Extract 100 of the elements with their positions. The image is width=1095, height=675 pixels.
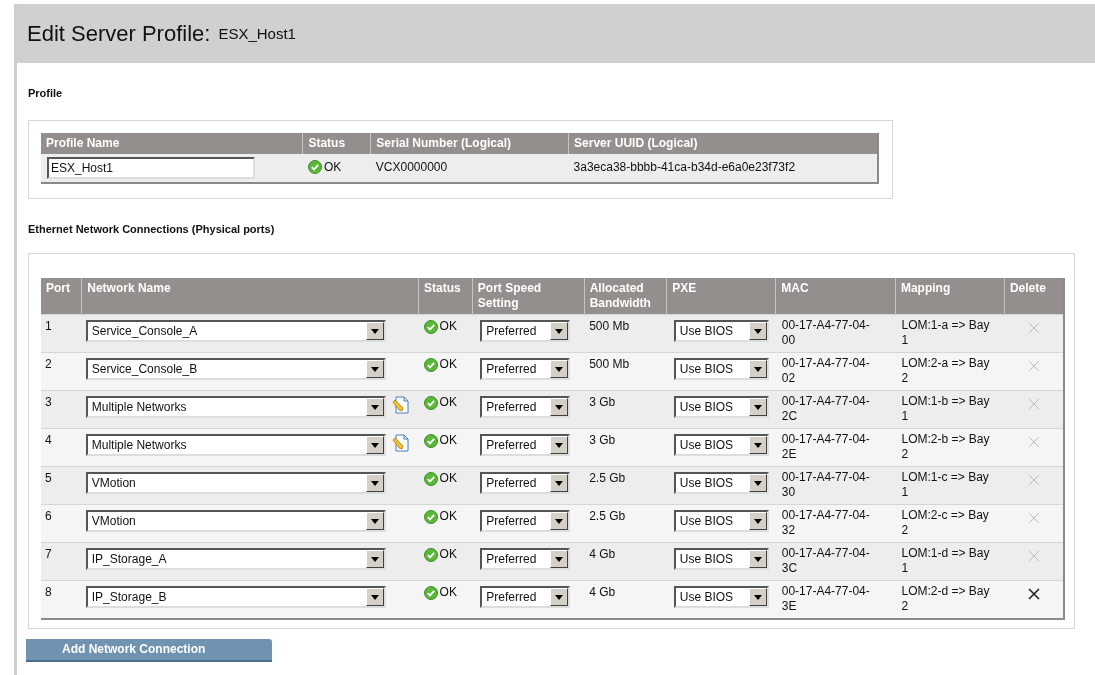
port-speed-select[interactable]: Preferred xyxy=(480,320,571,342)
column-header: Server UUID (Logical) xyxy=(568,132,878,154)
caret-icon xyxy=(748,322,767,340)
port-speed-select[interactable]: Preferred xyxy=(480,396,571,418)
column-header: Mapping xyxy=(895,278,1005,315)
caret-icon xyxy=(365,550,384,568)
status-text: OK xyxy=(439,319,457,334)
caret-icon xyxy=(550,436,569,454)
ok-check-icon xyxy=(423,585,438,600)
table-cell-text: 00-17-A4-77-04-2E xyxy=(781,432,871,462)
port-speed-select[interactable]: Preferred xyxy=(480,434,571,456)
profile-name-field[interactable]: ESX_Host1 xyxy=(47,156,255,179)
column-header: Delete xyxy=(1004,278,1064,315)
port-speed-select[interactable]: Preferred xyxy=(480,586,571,608)
column-header: Port xyxy=(41,278,82,315)
pxe-select[interactable]: Use BIOS xyxy=(673,434,769,456)
port-speed-select[interactable]: Preferred xyxy=(480,510,571,532)
ok-check-icon xyxy=(423,547,438,562)
caret-icon xyxy=(550,550,569,568)
ok-check-icon xyxy=(423,395,438,410)
caret-icon xyxy=(748,512,767,530)
caret-icon xyxy=(748,360,767,378)
pxe-select[interactable]: Use BIOS xyxy=(673,396,769,418)
status-text: OK xyxy=(439,357,457,372)
caret-icon xyxy=(365,474,384,492)
pxe-select[interactable]: Use BIOS xyxy=(673,548,769,570)
section-heading: Profile xyxy=(28,86,64,101)
table-cell-text: LOM:2-b => Bay 2 xyxy=(901,432,991,462)
port-number: 3 xyxy=(45,395,52,409)
network-select[interactable]: Service_Console_B xyxy=(85,358,386,380)
column-header: MAC xyxy=(775,278,896,315)
ok-check-icon xyxy=(307,159,322,174)
pxe-select[interactable]: Use BIOS xyxy=(673,358,769,380)
table-cell-text: 00-17-A4-77-04-02 xyxy=(781,356,871,386)
network-select[interactable]: Multiple Networks xyxy=(85,434,386,456)
table-cell-text: 00-17-A4-77-04-30 xyxy=(781,470,871,500)
port-number: 1 xyxy=(45,319,52,333)
port-number: 7 xyxy=(45,547,52,561)
pxe-select[interactable]: Use BIOS xyxy=(673,472,769,494)
caret-icon xyxy=(550,398,569,416)
ok-check-icon xyxy=(423,433,438,448)
table-cell-text: 00-17-A4-77-04-32 xyxy=(781,508,871,538)
port-number: 8 xyxy=(45,585,52,599)
ok-check-icon xyxy=(423,509,438,524)
caret-icon xyxy=(748,398,767,416)
network-select[interactable]: VMotion xyxy=(85,510,386,532)
pxe-select[interactable]: Use BIOS xyxy=(673,320,769,342)
caret-icon xyxy=(365,360,384,378)
ok-check-icon xyxy=(423,471,438,486)
column-header: Status xyxy=(418,278,473,315)
caret-icon xyxy=(748,588,767,606)
section-heading: Ethernet Network Connections (Physical ports) xyxy=(28,221,276,237)
table-cell-text: LOM:1-d => Bay 1 xyxy=(901,546,991,576)
column-header: Serial Number (Logical) xyxy=(370,132,569,154)
port-number: 5 xyxy=(45,471,52,485)
column-header: Port Speed Setting xyxy=(472,278,585,315)
profile-title-name: ESX_Host1 xyxy=(218,24,296,45)
network-select[interactable]: Service_Console_A xyxy=(85,320,386,342)
pxe-select[interactable]: Use BIOS xyxy=(673,586,769,608)
port-speed-select[interactable]: Preferred xyxy=(480,358,571,380)
status-text: OK xyxy=(439,509,457,524)
status-text: OK xyxy=(439,585,457,600)
page-title: Edit Server Profile: xyxy=(27,20,211,48)
port-number: 4 xyxy=(45,433,52,447)
table-cell: 500 Mb xyxy=(589,357,630,371)
delete-icon[interactable] xyxy=(1027,588,1040,600)
caret-icon xyxy=(365,588,384,606)
table-cell-text: LOM:1-a => Bay 1 xyxy=(901,318,991,348)
status-text: OK xyxy=(439,471,457,486)
ok-check-icon xyxy=(423,319,438,334)
network-select[interactable]: IP_Storage_B xyxy=(85,586,386,608)
caret-icon xyxy=(365,322,384,340)
table-cell-text: 00-17-A4-77-04-3C xyxy=(781,546,871,576)
caret-icon xyxy=(365,398,384,416)
pxe-select[interactable]: Use BIOS xyxy=(673,510,769,532)
status-text: OK xyxy=(439,395,457,410)
ok-check-icon xyxy=(423,357,438,372)
table-cell-text: LOM:2-c => Bay 2 xyxy=(901,508,990,538)
network-select[interactable]: IP_Storage_A xyxy=(85,548,386,570)
table-cell: 3 Gb xyxy=(589,433,616,447)
caret-icon xyxy=(365,512,384,530)
table-cell-text: LOM:1-b => Bay 1 xyxy=(901,394,991,424)
edit-document-icon[interactable] xyxy=(391,434,410,452)
edit-document-icon[interactable] xyxy=(391,396,410,414)
table-cell-text: 00-17-A4-77-04-3E xyxy=(781,584,871,614)
port-number: 6 xyxy=(45,509,52,523)
network-select[interactable]: Multiple Networks xyxy=(85,396,386,418)
caret-icon xyxy=(748,550,767,568)
caret-icon xyxy=(365,436,384,454)
column-header: Profile Name xyxy=(41,132,303,154)
status-text: OK xyxy=(323,158,342,176)
table-cell: 4 Gb xyxy=(589,585,616,599)
table-cell: 3a3eca38-bbbb-41ca-b34d-e6a0e23f73f2 xyxy=(573,159,796,174)
table-cell: 3 Gb xyxy=(589,395,616,409)
caret-icon xyxy=(550,512,569,530)
port-speed-select[interactable]: Preferred xyxy=(480,548,571,570)
network-select[interactable]: VMotion xyxy=(85,472,386,494)
table-cell: 2.5 Gb xyxy=(589,471,626,485)
caret-icon xyxy=(550,588,569,606)
port-speed-select[interactable]: Preferred xyxy=(480,472,571,494)
